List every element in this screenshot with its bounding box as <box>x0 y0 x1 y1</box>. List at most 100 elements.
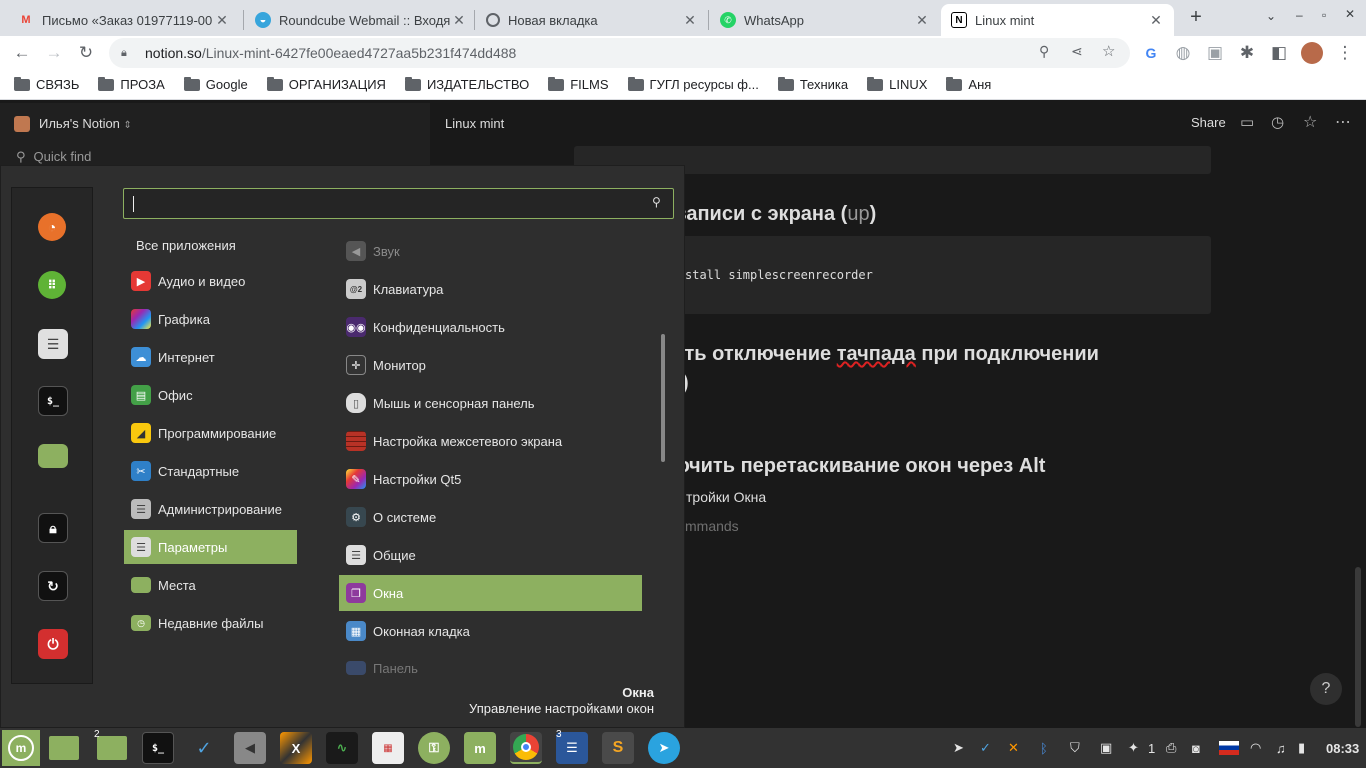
browser-menu-icon[interactable]: ⋮ <box>1331 39 1359 67</box>
app-keyboard[interactable]: @2 Клавиатура <box>339 271 642 307</box>
zoom-icon[interactable]: ⚲ <box>1039 43 1049 60</box>
close-icon[interactable]: ✕ <box>451 12 467 29</box>
bookmark-folder[interactable]: ИЗДАТЕЛЬСТВО <box>404 76 529 92</box>
network-icon[interactable]: ◠ <box>1250 738 1261 758</box>
menu-search-input[interactable]: ⚲ <box>123 188 674 219</box>
lock-screen-icon[interactable]: 🔒︎ <box>38 513 68 543</box>
window-close-icon[interactable]: ✕ <box>1345 7 1355 21</box>
category-office[interactable]: ▤ Офис <box>124 378 297 412</box>
clipboard-icon[interactable]: ▣ <box>1100 738 1112 758</box>
close-icon[interactable]: ✕ <box>682 12 698 29</box>
side-panel-icon[interactable]: ◧ <box>1265 39 1293 67</box>
bookmark-folder[interactable]: ПРОЗА <box>98 76 165 92</box>
clock[interactable]: 08:33 <box>1326 738 1359 758</box>
x-tray-icon[interactable]: ✕ <box>1008 738 1019 758</box>
bookmark-folder[interactable]: Техника <box>777 76 848 92</box>
mint-update-icon[interactable]: m <box>464 732 496 764</box>
category-recent-files[interactable]: ◷ Недавние файлы <box>124 606 297 640</box>
minimize-icon[interactable]: – <box>1296 8 1303 22</box>
sound-settings-icon[interactable]: ◀ <box>234 732 266 764</box>
bookmark-folder[interactable]: Google <box>183 76 248 92</box>
category-programming[interactable]: ◢ Программирование <box>124 416 297 450</box>
avatar[interactable] <box>1298 39 1326 67</box>
category-places[interactable]: Места <box>124 568 297 602</box>
category-accessories[interactable]: ✂ Стандартные <box>124 454 297 488</box>
key-manager-icon[interactable]: ⚿ <box>418 732 450 764</box>
breadcrumb[interactable]: Linux mint <box>445 116 504 131</box>
menu-scrollbar[interactable] <box>661 334 665 462</box>
heading-link[interactable]: up <box>847 203 869 225</box>
tab-roundcube[interactable]: ◒ Roundcube Webmail :: Входя ✕ <box>245 4 477 36</box>
calendar-icon[interactable]: ▦ <box>372 732 404 764</box>
close-icon[interactable]: ✕ <box>1148 12 1164 29</box>
bookmark-folder[interactable]: ГУГЛ ресурсы ф... <box>627 76 759 92</box>
forward-icon[interactable]: → <box>40 39 68 67</box>
logout-icon[interactable]: ↻ <box>38 571 68 601</box>
address-bar[interactable]: 🔒︎ notion.so/Linux-mint-6427fe00eaed4727… <box>109 38 1130 68</box>
power-icon[interactable]: ⏻ <box>38 629 68 659</box>
comments-icon[interactable]: ▭ <box>1240 113 1254 131</box>
all-applications[interactable]: Все приложения <box>136 238 236 253</box>
files-folder-icon[interactable] <box>38 444 68 468</box>
tab-new[interactable]: Новая вкладка ✕ <box>476 4 708 36</box>
extension-profile-icon[interactable]: ▣ <box>1201 39 1229 67</box>
app-windows[interactable]: ❐ Окна <box>339 575 642 611</box>
firefox-icon[interactable]: ◔ <box>38 213 66 241</box>
app-window-tiling[interactable]: ▦ Оконная кладка <box>339 613 642 649</box>
reload-icon[interactable]: ↻ <box>72 39 100 67</box>
extensions-icon[interactable]: ✱ <box>1233 39 1261 67</box>
bookmark-folder[interactable]: FILMS <box>548 76 609 92</box>
category-internet[interactable]: ☁ Интернет <box>124 340 297 374</box>
new-tab-button[interactable]: + <box>1185 6 1207 28</box>
vpn-globe-icon[interactable]: ◍ <box>1169 39 1197 67</box>
tab-whatsapp[interactable]: ✆ WhatsApp ✕ <box>710 4 940 36</box>
updates-clock-icon[interactable]: ◷ <box>1271 113 1284 131</box>
bookmark-folder[interactable]: ОРГАНИЗАЦИЯ <box>266 76 386 92</box>
back-icon[interactable]: ← <box>8 39 36 67</box>
category-preferences[interactable]: ☰ Параметры <box>124 530 297 564</box>
terminal-icon[interactable]: $_ <box>142 732 174 764</box>
bluetooth-icon[interactable]: ᛒ <box>1040 738 1048 758</box>
workspace-switcher[interactable]: Илья's Notion ⇕ <box>39 116 132 131</box>
shield-icon[interactable]: ⛉ <box>1070 738 1080 758</box>
system-monitor-icon[interactable]: ∿ <box>326 732 358 764</box>
close-icon[interactable]: ✕ <box>914 12 930 29</box>
close-icon[interactable]: ✕ <box>214 12 230 29</box>
sublime-icon[interactable]: S <box>602 732 634 764</box>
x-app-icon[interactable]: X <box>280 732 312 764</box>
chrome-icon[interactable] <box>510 732 542 764</box>
category-graphics[interactable]: Графика <box>124 302 297 336</box>
software-manager-icon[interactable]: ⠿ <box>38 271 66 299</box>
share-icon[interactable]: ⋖ <box>1071 43 1083 60</box>
telegram-tray-icon[interactable]: ➤ <box>953 738 964 758</box>
printer-icon[interactable]: ⎙ <box>1166 738 1176 758</box>
show-desktop-folder-icon[interactable] <box>48 732 80 764</box>
telegram-icon[interactable]: ➤ <box>648 732 680 764</box>
translate-icon[interactable]: G <box>1137 39 1165 67</box>
volume-icon[interactable]: ♫ <box>1276 738 1286 758</box>
category-audio-video[interactable]: ▶ Аудио и видео <box>124 264 297 298</box>
settings-icon[interactable]: ☰ <box>38 329 68 359</box>
category-administration[interactable]: ☰ Администрирование <box>124 492 297 526</box>
keyboard-layout-flag-icon[interactable] <box>1218 738 1240 758</box>
tab-search-icon[interactable]: ⌄ <box>1266 9 1276 23</box>
quick-find[interactable]: ⚲ Quick find <box>16 149 91 165</box>
maximize-icon[interactable]: ▫ <box>1322 8 1326 22</box>
mint-menu-icon[interactable]: m <box>2 730 40 766</box>
bookmark-folder[interactable]: LINUX <box>867 76 927 92</box>
bookmark-star-icon[interactable]: ☆ <box>1102 42 1115 60</box>
files-icon[interactable] <box>96 732 128 764</box>
app-privacy[interactable]: ◉◉ Конфиденциальность <box>339 309 642 345</box>
app-panel[interactable]: Панель <box>339 651 642 675</box>
battery-icon[interactable]: ▮ <box>1298 738 1305 758</box>
favorite-star-icon[interactable]: ☆ <box>1303 112 1317 132</box>
scrollbar[interactable] <box>1355 567 1361 727</box>
screenshot-icon[interactable]: ◙ <box>1192 738 1200 758</box>
app-monitor[interactable]: ✛ Монитор <box>339 347 642 383</box>
vk-tray-icon[interactable]: ✓ <box>980 738 991 758</box>
terminal-icon[interactable]: $_ <box>38 386 68 416</box>
app-general[interactable]: ☰ Общие <box>339 537 642 573</box>
share-button[interactable]: Share <box>1191 115 1226 130</box>
vk-icon[interactable]: ✓ <box>188 732 220 764</box>
bookmark-folder[interactable]: СВЯЗЬ <box>14 76 79 92</box>
